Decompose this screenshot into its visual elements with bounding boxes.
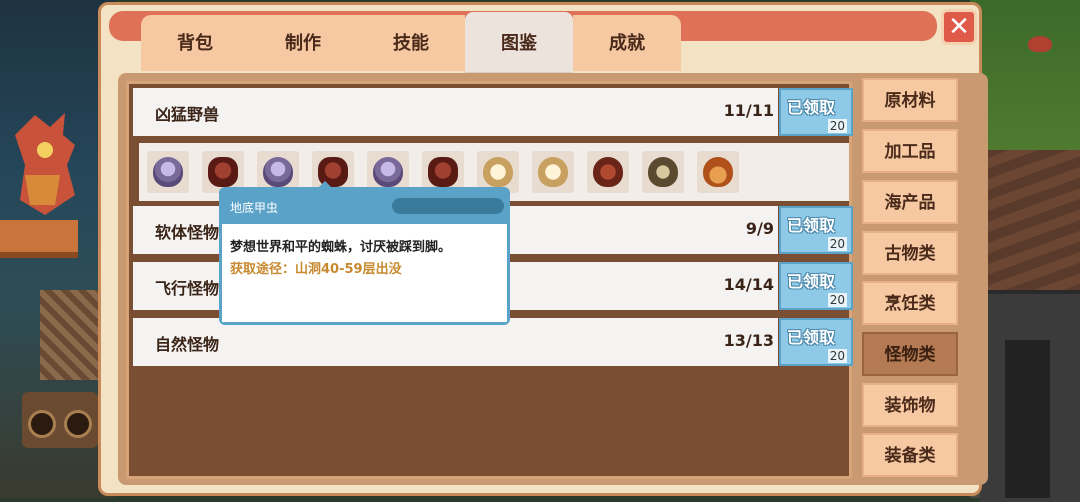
group-row-fierce-beasts[interactable]: 凶猛野兽 11/11 已领取 20: [133, 88, 853, 136]
tab-collection[interactable]: 图鉴: [465, 12, 573, 74]
category-seafood[interactable]: 海产品: [862, 180, 958, 224]
category-raw-materials[interactable]: 原材料: [862, 78, 958, 122]
badge-label: 已领取: [787, 216, 836, 235]
reward-claimed-badge[interactable]: 已领取 20: [779, 318, 853, 366]
group-count: 11/11: [723, 101, 774, 120]
boar-icon[interactable]: [587, 151, 629, 193]
category-monsters[interactable]: 怪物类: [862, 332, 958, 376]
dragon-statue-icon: [5, 105, 85, 220]
crate-icon: [40, 290, 102, 380]
sand-creature-icon[interactable]: [642, 151, 684, 193]
badge-label: 已领取: [787, 328, 836, 347]
reward-claimed-badge[interactable]: 已领取 20: [779, 206, 853, 254]
house-roof: [980, 150, 1080, 290]
group-count: 13/13: [723, 331, 774, 350]
badge-label: 已领取: [787, 98, 836, 117]
tooltip-source: 获取途径：山洞40-59层出没: [230, 262, 402, 277]
group-row-nature-monsters[interactable]: 自然怪物 13/13 已领取 20: [133, 318, 853, 366]
crab-icon[interactable]: [697, 151, 739, 193]
group-title: 凶猛野兽: [155, 105, 220, 124]
group-row-bar: 凶猛野兽: [133, 88, 778, 136]
reward-amount: 20: [827, 119, 847, 133]
tooltip-header-bar: [392, 198, 504, 214]
category-decorations[interactable]: 装饰物: [862, 383, 958, 427]
boat-icon: [0, 220, 78, 258]
category-antiques[interactable]: 古物类: [862, 231, 958, 275]
reward-amount: 20: [827, 293, 847, 307]
tooltip-header: 地底甲虫: [222, 190, 507, 224]
tooltip-monster-name: 地底甲虫: [230, 201, 279, 215]
group-count: 14/14: [723, 275, 774, 294]
close-button[interactable]: ✕: [941, 9, 977, 45]
reward-amount: 20: [827, 349, 847, 363]
group-row-bar: 自然怪物: [133, 318, 778, 366]
tab-bag[interactable]: 背包: [141, 15, 249, 71]
tab-skills[interactable]: 技能: [357, 15, 465, 71]
group-title: 软体怪物: [155, 223, 220, 242]
radio-icon: [22, 392, 98, 448]
bird-icon: [1028, 36, 1052, 52]
category-cooking[interactable]: 烹饪类: [862, 281, 958, 325]
badge-label: 已领取: [787, 272, 836, 291]
tab-achievements[interactable]: 成就: [573, 15, 681, 71]
group-count: 9/9: [745, 219, 774, 238]
category-processed-goods[interactable]: 加工品: [862, 129, 958, 173]
tab-crafting[interactable]: 制作: [249, 15, 357, 71]
mummy-icon[interactable]: [532, 151, 574, 193]
tooltip-description: 梦想世界和平的蜘蛛，讨厌被踩到脚。: [230, 240, 452, 255]
house-door: [1005, 340, 1050, 498]
monster-tooltip: 地底甲虫 梦想世界和平的蜘蛛，讨厌被踩到脚。 获取途径：山洞40-59层出没: [219, 187, 510, 325]
jelly-icon[interactable]: [147, 151, 189, 193]
reward-amount: 20: [827, 237, 847, 251]
group-title: 飞行怪物: [155, 279, 220, 298]
reward-claimed-badge[interactable]: 已领取 20: [779, 88, 853, 136]
group-title: 自然怪物: [155, 335, 220, 354]
reward-claimed-badge[interactable]: 已领取 20: [779, 262, 853, 310]
tab-bar: 背包 制作 技能 图鉴 成就: [141, 12, 683, 74]
tooltip-body: 梦想世界和平的蜘蛛，讨厌被踩到脚。 获取途径：山洞40-59层出没: [222, 224, 507, 322]
category-equipment[interactable]: 装备类: [862, 433, 958, 477]
